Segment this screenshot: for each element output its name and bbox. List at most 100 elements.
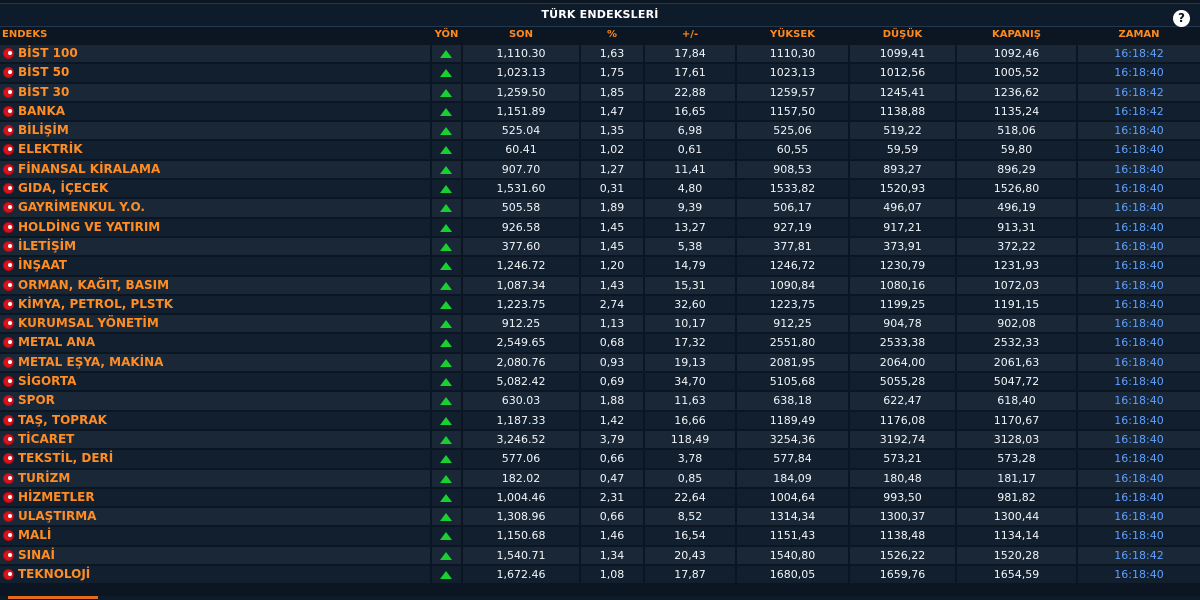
index-name-cell[interactable]: İLETİŞİM (0, 237, 430, 256)
table-row[interactable]: HOLDİNG VE YATIRIM 926.58 1,45 13,27 927,19 9… (0, 218, 1200, 237)
table-row[interactable]: BİLİŞİM 525.04 1,35 6,98 525,06 519,22 518,06 1… (0, 121, 1200, 140)
index-name-cell[interactable]: METAL EŞYA, MAKİNA (0, 353, 430, 372)
header-close[interactable]: KAPANIŞ (957, 29, 1076, 40)
up-arrow-icon (440, 242, 452, 251)
index-name[interactable]: KURUMSAL YÖNETİM (18, 316, 159, 330)
table-row[interactable]: TURİZM 182.02 0,47 0,85 184,09 180,48 181,17 16… (0, 469, 1200, 488)
index-name-cell[interactable]: TİCARET (0, 430, 430, 449)
table-row[interactable]: BİST 50 1,023.13 1,75 17,61 1023,13 1012,56 10… (0, 63, 1200, 82)
index-name-cell[interactable]: BİST 30 (0, 83, 430, 101)
table-row[interactable]: METAL ANA 2,549.65 0,68 17,32 2551,80 2533,38… (0, 333, 1200, 352)
index-name-cell[interactable]: KİMYA, PETROL, PLSTK (0, 295, 430, 314)
table-row[interactable]: KİMYA, PETROL, PLSTK 1,223.75 2,74 32,60 122… (0, 295, 1200, 314)
header-time[interactable]: ZAMAN (1078, 29, 1200, 40)
index-name-cell[interactable]: SINAİ (0, 546, 430, 565)
index-name[interactable]: SİGORTA (18, 374, 76, 388)
table-row[interactable]: GIDA, İÇECEK 1,531.60 0,31 4,80 1533,82 1520,… (0, 179, 1200, 198)
table-row[interactable]: TAŞ, TOPRAK 1,187.33 1,42 16,66 1189,49 1176,… (0, 411, 1200, 430)
index-name[interactable]: ULAŞTIRMA (18, 509, 96, 523)
index-name[interactable]: GAYRİMENKUL Y.O. (18, 200, 145, 214)
table-row[interactable]: MALİ 1,150.68 1,46 16,54 1151,43 1138,48 1134,… (0, 526, 1200, 545)
index-name[interactable]: BİST 100 (18, 46, 78, 60)
table-row[interactable]: İNŞAAT 1,246.72 1,20 14,79 1246,72 1230,79 123… (0, 256, 1200, 275)
header-endeks[interactable]: ENDEKS (2, 29, 47, 40)
header-change[interactable]: +/- (645, 29, 735, 40)
index-name-cell[interactable]: GIDA, İÇECEK (0, 180, 430, 198)
index-name-cell[interactable]: SPOR (0, 392, 430, 410)
table-row[interactable]: TİCARET 3,246.52 3,79 118,49 3254,36 3192,74 3… (0, 430, 1200, 449)
index-name[interactable]: HOLDİNG VE YATIRIM (18, 220, 160, 234)
header-son[interactable]: SON (463, 29, 579, 40)
table-row[interactable]: BİST 100 1,110.30 1,63 17,84 1110,30 1099,41 1… (0, 44, 1200, 63)
table-row[interactable]: METAL EŞYA, MAKİNA 2,080.76 0,93 19,13 2081,… (0, 353, 1200, 372)
index-name[interactable]: BİLİŞİM (18, 123, 69, 137)
index-name[interactable]: TEKNOLOJİ (18, 567, 90, 581)
index-name-cell[interactable]: TURİZM (0, 469, 430, 487)
index-name[interactable]: GIDA, İÇECEK (18, 181, 108, 195)
header-high[interactable]: YÜKSEK (737, 29, 848, 40)
table-row[interactable]: SINAİ 1,540.71 1,34 20,43 1540,80 1526,22 1520… (0, 546, 1200, 565)
table-row[interactable]: GAYRİMENKUL Y.O. 505.58 1,89 9,39 506,17 496,… (0, 198, 1200, 217)
table-row[interactable]: TEKNOLOJİ 1,672.46 1,08 17,87 1680,05 1659,76… (0, 565, 1200, 584)
table-row[interactable]: HİZMETLER 1,004.46 2,31 22,64 1004,64 993,50 9… (0, 488, 1200, 507)
index-name[interactable]: TİCARET (18, 432, 74, 446)
table-row[interactable]: ORMAN, KAĞIT, BASIM 1,087.34 1,43 15,31 1090… (0, 276, 1200, 295)
index-name[interactable]: METAL ANA (18, 335, 95, 349)
index-name-cell[interactable]: BİST 50 (0, 64, 430, 82)
index-name[interactable]: BİST 30 (18, 85, 69, 99)
table-row[interactable]: ULAŞTIRMA 1,308.96 0,66 8,52 1314,34 1300,37 1… (0, 507, 1200, 526)
index-name-cell[interactable]: GAYRİMENKUL Y.O. (0, 199, 430, 217)
index-name-cell[interactable]: ULAŞTIRMA (0, 508, 430, 526)
index-name[interactable]: SPOR (18, 393, 55, 407)
index-name[interactable]: FİNANSAL KİRALAMA (18, 162, 160, 176)
index-name[interactable]: TURİZM (18, 471, 70, 485)
index-name[interactable]: TAŞ, TOPRAK (18, 413, 107, 427)
index-name[interactable]: METAL EŞYA, MAKİNA (18, 355, 163, 369)
index-name[interactable]: BİST 50 (18, 65, 69, 79)
table-row[interactable]: İLETİŞİM 377.60 1,45 5,38 377,81 373,91 372,22… (0, 237, 1200, 256)
index-name-cell[interactable]: KURUMSAL YÖNETİM (0, 315, 430, 333)
index-name-cell[interactable]: HOLDİNG VE YATIRIM (0, 218, 430, 236)
index-name[interactable]: İNŞAAT (18, 258, 67, 272)
index-name[interactable]: HİZMETLER (18, 490, 95, 504)
index-name[interactable]: ORMAN, KAĞIT, BASIM (18, 278, 169, 292)
table-row[interactable]: FİNANSAL KİRALAMA 907.70 1,27 11,41 908,53 89… (0, 160, 1200, 179)
index-name-cell[interactable]: FİNANSAL KİRALAMA (0, 160, 430, 179)
index-name-cell[interactable]: HİZMETLER (0, 488, 430, 507)
table-row[interactable]: BANKA 1,151.89 1,47 16,65 1157,50 1138,88 1135… (0, 102, 1200, 121)
index-name-cell[interactable]: MALİ (0, 527, 430, 545)
direction-cell (432, 334, 461, 352)
index-name-cell[interactable]: TEKSTİL, DERİ (0, 450, 430, 468)
index-name[interactable]: İLETİŞİM (18, 239, 76, 253)
index-name-cell[interactable]: BİST 100 (0, 45, 430, 63)
table-row[interactable]: SİGORTA 5,082.42 0,69 34,70 5105,68 5055,28 50… (0, 372, 1200, 391)
turkey-flag-icon (3, 511, 14, 523)
percent-change: 0,68 (581, 334, 643, 352)
index-name[interactable]: TEKSTİL, DERİ (18, 451, 113, 465)
index-name-cell[interactable]: İNŞAAT (0, 257, 430, 275)
index-name-cell[interactable]: SİGORTA (0, 373, 430, 391)
index-name[interactable]: ELEKTRİK (18, 142, 83, 156)
point-change: 10,17 (645, 315, 735, 333)
index-name-cell[interactable]: METAL ANA (0, 334, 430, 352)
index-name-cell[interactable]: ELEKTRİK (0, 141, 430, 159)
index-name-cell[interactable]: TEKNOLOJİ (0, 566, 430, 584)
help-icon[interactable]: ? (1173, 10, 1190, 27)
index-name[interactable]: SINAİ (18, 548, 55, 562)
percent-change: 0,93 (581, 353, 643, 372)
table-row[interactable]: KURUMSAL YÖNETİM 912.25 1,13 10,17 912,25 904… (0, 314, 1200, 333)
index-name[interactable]: MALİ (18, 528, 51, 542)
header-yon[interactable]: YÖN (432, 29, 461, 40)
header-pct[interactable]: % (581, 29, 643, 40)
index-name-cell[interactable]: TAŞ, TOPRAK (0, 411, 430, 429)
table-row[interactable]: SPOR 630.03 1,88 11,63 638,18 622,47 618,40 16:… (0, 391, 1200, 410)
header-low[interactable]: DÜŞÜK (850, 29, 955, 40)
table-row[interactable]: TEKSTİL, DERİ 577.06 0,66 3,78 577,84 573,21 5… (0, 449, 1200, 468)
table-row[interactable]: ELEKTRİK 60.41 1,02 0,61 60,55 59,59 59,80 16:1… (0, 140, 1200, 159)
index-name[interactable]: KİMYA, PETROL, PLSTK (18, 297, 173, 311)
index-name-cell[interactable]: BİLİŞİM (0, 122, 430, 140)
index-name[interactable]: BANKA (18, 104, 65, 118)
table-row[interactable]: BİST 30 1,259.50 1,85 22,88 1259,57 1245,41 12… (0, 83, 1200, 102)
index-name-cell[interactable]: ORMAN, KAĞIT, BASIM (0, 276, 430, 294)
index-name-cell[interactable]: BANKA (0, 102, 430, 121)
